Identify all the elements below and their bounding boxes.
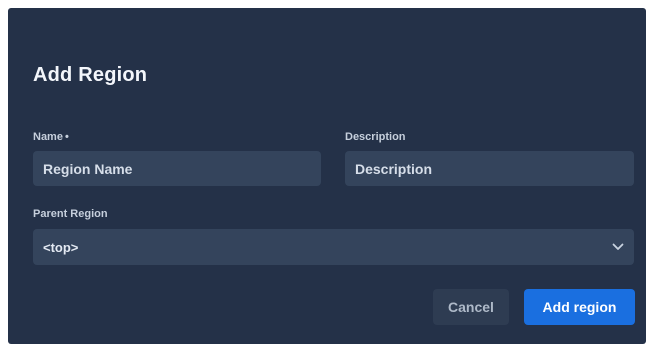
parent-region-label: Parent Region xyxy=(33,208,108,220)
description-placeholder: Description xyxy=(355,160,433,177)
parent-region-selected-value: <top> xyxy=(43,239,79,255)
name-field-label: Name • xyxy=(33,131,69,143)
dialog-title: Add Region xyxy=(33,64,148,86)
add-region-button[interactable]: Add region xyxy=(524,289,635,325)
cancel-button[interactable]: Cancel xyxy=(433,289,509,325)
region-name-input[interactable]: Region Name xyxy=(33,151,321,186)
parent-region-select[interactable]: <top> xyxy=(33,229,634,265)
description-field-label: Description xyxy=(345,131,406,143)
description-input[interactable]: Description xyxy=(345,151,634,186)
chevron-down-icon xyxy=(612,243,624,251)
name-label-text: Name xyxy=(33,131,63,143)
add-region-dialog: Add Region Name • Region Name Description… xyxy=(8,8,646,344)
region-name-placeholder: Region Name xyxy=(43,160,133,177)
required-marker: • xyxy=(64,131,69,143)
